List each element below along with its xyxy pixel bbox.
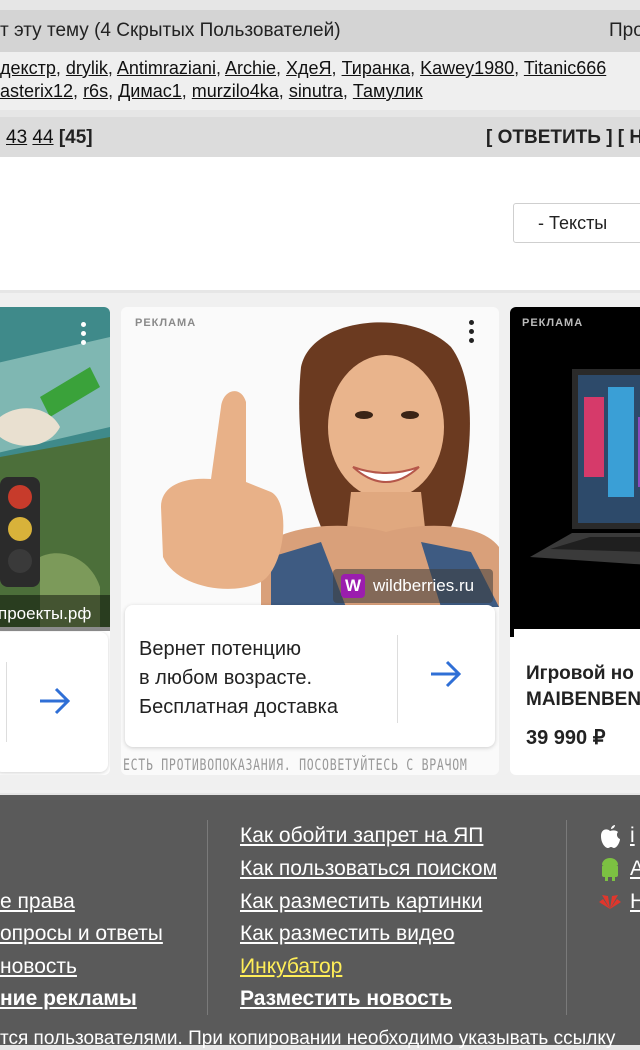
- footer-link-incubator[interactable]: Инкубатор: [240, 955, 342, 979]
- ad2-headline: Вернет потенцию в любом возрасте. Беспла…: [139, 638, 338, 718]
- user-link[interactable]: Kawey1980: [420, 58, 514, 78]
- section-select[interactable]: - Тексты: [513, 203, 640, 243]
- user-link[interactable]: Antimraziani: [117, 58, 216, 78]
- ad3-label: РЕКЛАМА: [522, 317, 584, 329]
- footer-link-android[interactable]: A: [630, 857, 640, 881]
- ad2-info-box: Вернет потенцию в любом возрасте. Беспла…: [125, 605, 495, 747]
- topic-right-text: Про: [609, 20, 640, 41]
- ad1-comic-image: [0, 307, 110, 627]
- ad-card-1[interactable]: проекты.рф: [0, 307, 110, 775]
- ad1-menu-icon[interactable]: [81, 322, 87, 349]
- ad3-model: MAIBENBEN: [526, 689, 640, 710]
- ad3-info-box: Игровой но MAIBENBEN 39 990 ₽: [514, 629, 640, 769]
- user-link[interactable]: Димас1: [118, 81, 182, 101]
- user-link[interactable]: drylik: [66, 58, 108, 78]
- reply-button[interactable]: [ ОТВЕТИТЬ ] [ НО: [486, 127, 640, 149]
- user-link[interactable]: Archie: [225, 58, 276, 78]
- footer: е права опросы и ответы новость ние рекл…: [0, 795, 640, 1045]
- user-link[interactable]: Тиранка: [342, 58, 411, 78]
- footer-link-news[interactable]: новость: [0, 955, 77, 979]
- footer-link-huawei[interactable]: H: [630, 890, 640, 914]
- wildberries-logo-icon: W: [341, 574, 365, 598]
- ad1-domain: проекты.рф: [0, 604, 92, 623]
- user-link[interactable]: murzilo4ka: [192, 81, 279, 101]
- ad2-brand-badge: W wildberries.ru: [333, 569, 493, 603]
- users-line-1: декстр, drylik, Antimraziani, Archie, Хд…: [0, 58, 607, 78]
- page-link[interactable]: 44: [32, 127, 53, 148]
- footer-link-ads[interactable]: ние рекламы: [0, 987, 137, 1011]
- pagination: 43 44 [45]: [6, 127, 93, 149]
- user-link[interactable]: asterix12: [0, 81, 73, 101]
- arrow-right-icon[interactable]: [38, 686, 72, 716]
- huawei-icon: [599, 895, 621, 909]
- footer-link-video-help[interactable]: Как разместить видео: [240, 922, 455, 946]
- user-link[interactable]: ХдеЯ: [286, 58, 332, 78]
- apple-icon: [601, 825, 620, 848]
- user-link[interactable]: декстр: [0, 58, 56, 78]
- user-link[interactable]: r6s: [83, 81, 108, 101]
- footer-link-rights[interactable]: е права: [0, 890, 75, 914]
- user-link[interactable]: Titanic666: [524, 58, 606, 78]
- topic-viewers-text: т эту тему (4 Скрытых Пользователей): [0, 20, 341, 41]
- copyright-text: тся пользователями. При копировании необ…: [0, 1028, 616, 1049]
- page-link[interactable]: 43: [6, 127, 27, 148]
- ad3-price: 39 990 ₽: [526, 727, 606, 749]
- ad1-info-box: [0, 632, 108, 772]
- ad2-woman-photo: [161, 322, 499, 607]
- ad2-disclaimer: ЕСТЬ ПРОТИВОПОКАЗАНИЯ. ПОСОВЕТУЙТЕСЬ С В…: [123, 755, 468, 774]
- footer-link-faq[interactable]: опросы и ответы: [0, 922, 163, 946]
- ad-card-2[interactable]: РЕКЛАМА W wildberries.ru Вернет потенцию…: [121, 307, 499, 775]
- footer-link-post-news[interactable]: Разместить новость: [240, 987, 452, 1011]
- users-line-2: asterix12, r6s, Димас1, murzilo4ka, sinu…: [0, 81, 423, 101]
- footer-link-ios[interactable]: i: [630, 824, 635, 848]
- ad-card-3[interactable]: РЕКЛАМА Игровой но MAIBENBEN 39 990 ₽: [510, 307, 640, 775]
- user-link[interactable]: Тамулик: [353, 81, 423, 101]
- arrow-right-icon[interactable]: [429, 659, 463, 689]
- ad2-brand: wildberries.ru: [373, 576, 475, 595]
- footer-link-search-help[interactable]: Как пользоваться поиском: [240, 857, 497, 881]
- current-page: [45]: [58, 127, 93, 148]
- android-icon: [602, 858, 618, 881]
- ad3-title: Игровой но: [526, 663, 634, 684]
- ad3-laptop-image: [530, 369, 640, 565]
- user-link[interactable]: sinutra: [289, 81, 343, 101]
- footer-link-images-help[interactable]: Как разместить картинки: [240, 890, 482, 914]
- footer-link-bypass[interactable]: Как обойти запрет на ЯП: [240, 824, 483, 848]
